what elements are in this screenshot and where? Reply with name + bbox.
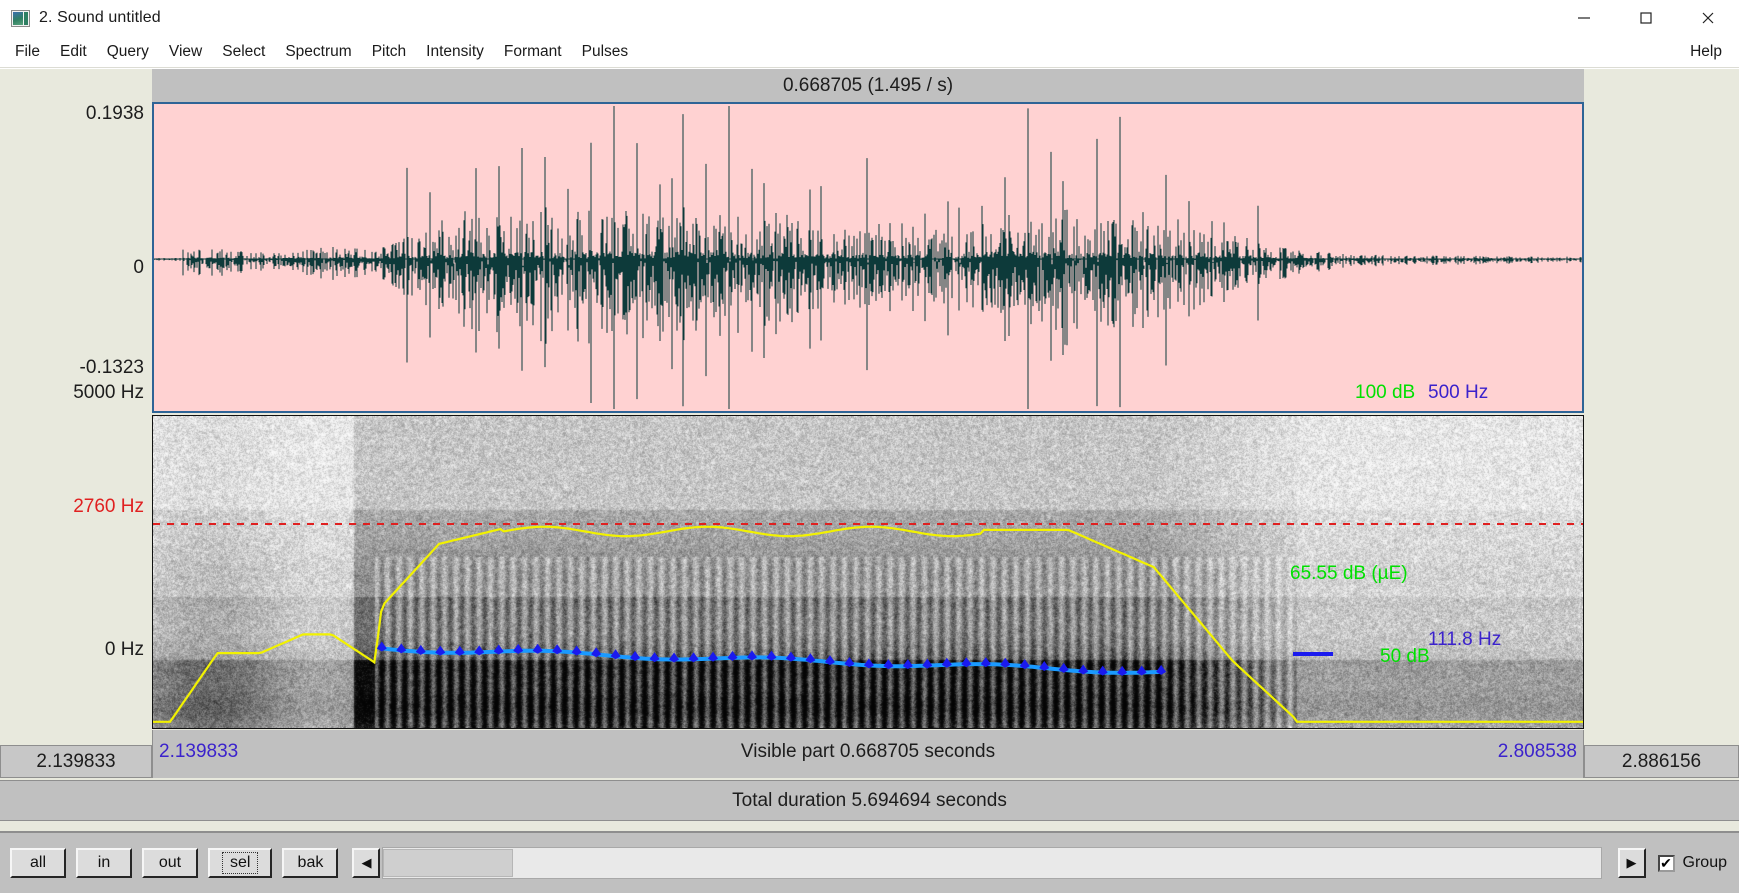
- scroll-left-icon[interactable]: ◀: [352, 848, 381, 878]
- spectrogram-db-bottom-label: 50 dB: [1380, 646, 1430, 667]
- navigation-button-bar: all in out sel bak ◀ ▶ ✔ Group: [0, 831, 1739, 893]
- minimize-icon[interactable]: [1553, 0, 1615, 36]
- group-control[interactable]: ✔ Group: [1657, 854, 1727, 872]
- menu-intensity[interactable]: Intensity: [417, 41, 493, 63]
- pitch-range-top-label: 500 Hz: [1428, 382, 1489, 403]
- menu-view[interactable]: View: [160, 41, 211, 63]
- menu-file[interactable]: File: [6, 41, 49, 63]
- close-icon[interactable]: [1677, 0, 1739, 36]
- praat-sound-editor-window: 2. Sound untitled File Edit Query View S…: [0, 0, 1739, 893]
- spectrogram-freq-bottom-label: 0 Hz: [104, 639, 144, 660]
- window-controls: [1553, 0, 1739, 36]
- group-label: Group: [1682, 854, 1727, 871]
- menu-help[interactable]: Help: [1681, 41, 1731, 63]
- menu-select[interactable]: Select: [213, 41, 274, 63]
- spectrogram-db-top-label: 100 dB: [1355, 382, 1416, 403]
- intensity-curve: [153, 525, 1583, 723]
- menu-pitch[interactable]: Pitch: [363, 41, 415, 63]
- menu-query[interactable]: Query: [98, 41, 158, 63]
- praat-sound-icon: [11, 9, 30, 27]
- selection-duration-label: 0.668705 (1.495 / s): [782, 74, 954, 96]
- horizontal-scrollbar[interactable]: [382, 847, 1602, 879]
- visible-end-time: 2.808538: [1497, 741, 1577, 762]
- group-checkbox[interactable]: ✔: [1657, 854, 1675, 872]
- waveform-yzero-label: 0: [133, 257, 144, 278]
- pitch-value-label: 111.8 Hz: [1428, 629, 1502, 650]
- menu-pulses[interactable]: Pulses: [573, 41, 638, 63]
- waveform-trace: [154, 106, 1582, 409]
- menu-formant[interactable]: Formant: [495, 41, 571, 63]
- total-duration-bar[interactable]: Total duration 5.694694 seconds: [0, 780, 1739, 821]
- waveform-ymin-label: -0.1323: [79, 357, 144, 378]
- zoom-back-button[interactable]: bak: [282, 848, 339, 878]
- zoom-out-button[interactable]: out: [142, 848, 198, 878]
- zoom-all-button[interactable]: all: [10, 848, 66, 878]
- waveform-panel[interactable]: [152, 102, 1584, 413]
- total-duration-label: Total duration 5.694694 seconds: [732, 789, 1007, 811]
- zoom-in-button[interactable]: in: [76, 848, 132, 878]
- scroll-right-icon[interactable]: ▶: [1617, 848, 1646, 878]
- pitch-points: [376, 641, 1167, 676]
- title-bar: 2. Sound untitled: [0, 0, 1739, 36]
- maximize-icon[interactable]: [1615, 0, 1677, 36]
- spectrogram-cursor-freq-label: 2760 Hz: [73, 496, 144, 517]
- intensity-value-label: 65.55 dB (µE): [1290, 563, 1408, 584]
- visible-part-label: Visible part 0.668705 seconds: [740, 741, 996, 762]
- visible-range-bar[interactable]: 2.139833 Visible part 0.668705 seconds 2…: [152, 730, 1584, 778]
- spectrogram-freq-top-label: 5000 Hz: [73, 382, 144, 403]
- editor-work-area: 0.668705 (1.495 / s) 0.1938 0 -0.1323 50…: [0, 69, 1739, 831]
- waveform-ymax-label: 0.1938: [85, 103, 144, 124]
- menu-edit[interactable]: Edit: [51, 41, 96, 63]
- window-title: 2. Sound untitled: [39, 9, 161, 26]
- selection-start-box[interactable]: 2.139833: [0, 745, 152, 778]
- selection-end-box[interactable]: 2.886156: [1584, 745, 1739, 778]
- selection-duration-strip: 0.668705 (1.495 / s): [152, 69, 1584, 102]
- zoom-sel-button[interactable]: sel: [208, 848, 273, 878]
- menu-spectrum[interactable]: Spectrum: [276, 41, 360, 63]
- scrollbar-thumb[interactable]: [383, 849, 514, 877]
- menu-bar: File Edit Query View Select Spectrum Pit…: [0, 36, 1739, 68]
- zoom-sel-button-label: sel: [222, 852, 259, 874]
